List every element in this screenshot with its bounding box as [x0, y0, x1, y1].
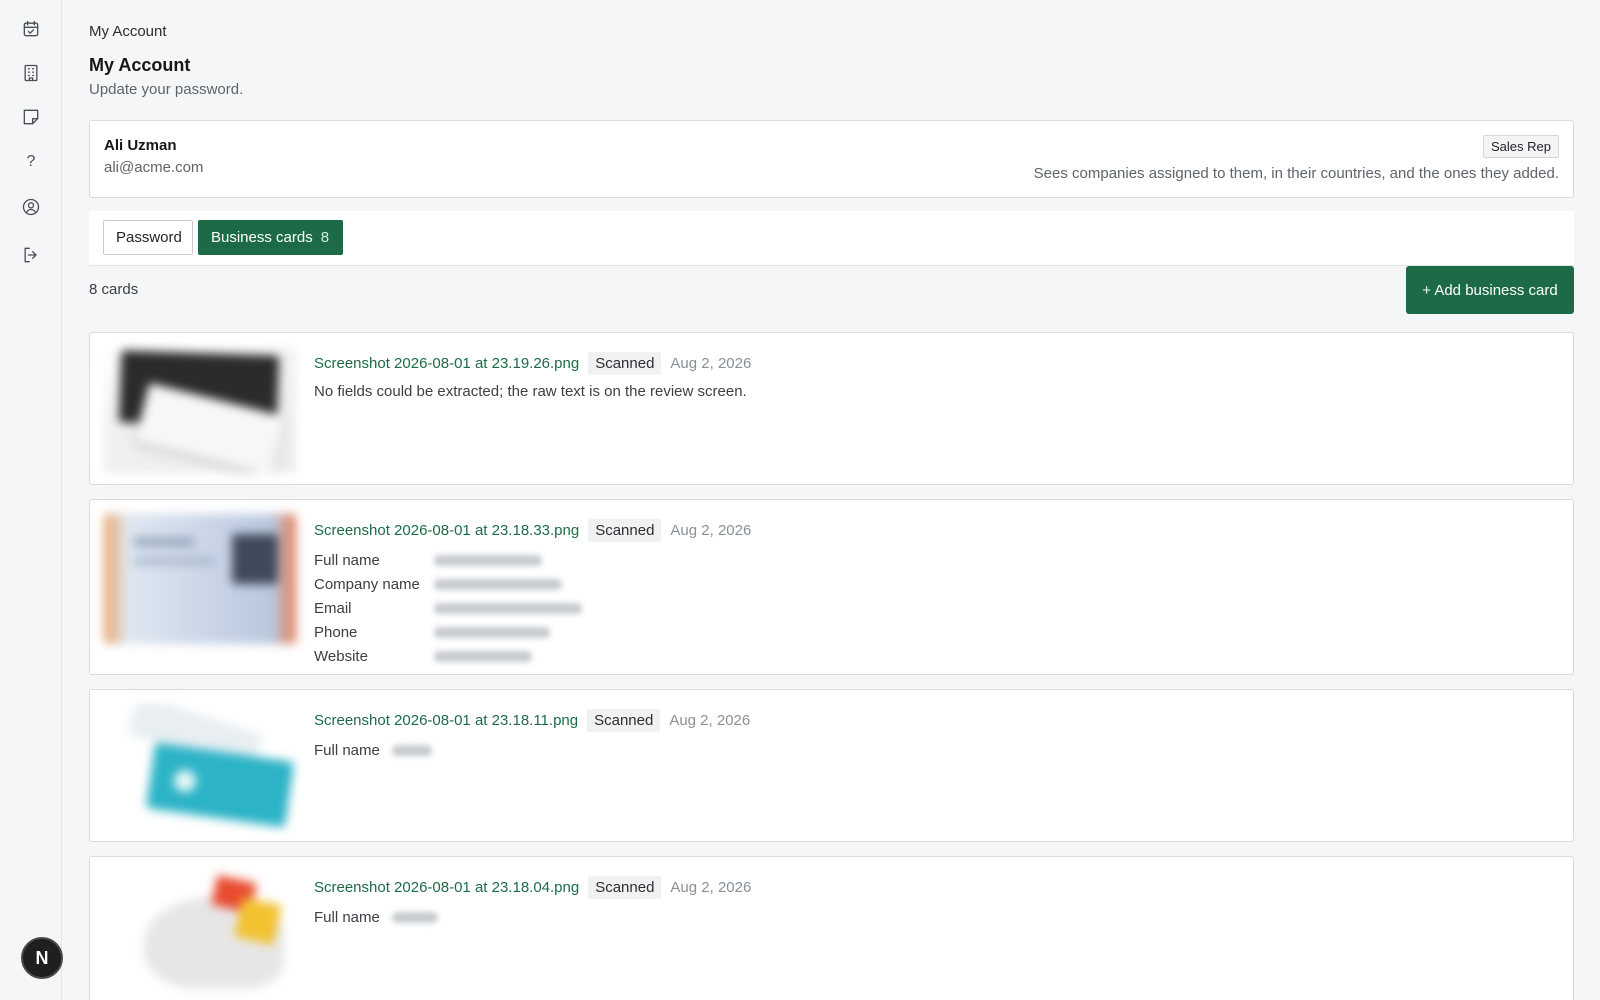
card-date: Aug 2, 2026 — [670, 521, 752, 539]
page-subtitle: Update your password. — [89, 81, 244, 98]
status-badge: Scanned — [588, 351, 662, 375]
status-badge: Scanned — [587, 708, 661, 732]
card-date: Aug 2, 2026 — [670, 354, 752, 372]
business-card-row[interactable]: Screenshot 2026-08-01 at 23.18.33.png Sc… — [89, 499, 1574, 675]
card-date: Aug 2, 2026 — [670, 878, 752, 896]
field-label: Phone — [314, 623, 358, 641]
user-name: Ali Uzman — [104, 137, 177, 154]
field-email: Email — [314, 596, 751, 620]
redacted-value — [392, 911, 438, 923]
field-full-name: Full name — [314, 548, 751, 572]
redacted-value — [392, 744, 432, 756]
card-filename-link[interactable]: Screenshot 2026-08-01 at 23.18.04.png — [314, 879, 579, 896]
help-icon[interactable]: ? — [16, 147, 46, 177]
card-thumbnail[interactable] — [104, 514, 296, 644]
field-website: Website — [314, 644, 751, 668]
sticky-note-icon[interactable] — [16, 102, 46, 132]
tab-count-badge: 8 — [320, 229, 330, 246]
tab-label: Business cards — [211, 229, 313, 246]
card-thumbnail[interactable] — [104, 704, 296, 830]
building-icon[interactable] — [16, 58, 46, 88]
tab-password[interactable]: Password — [103, 220, 193, 255]
extracted-fields: Full name — [314, 905, 751, 929]
extracted-fields: Full name Company name Email Phone Websi… — [314, 548, 751, 668]
business-card-row[interactable]: Screenshot 2026-08-01 at 23.19.26.png Sc… — [89, 332, 1574, 485]
calendar-check-icon[interactable] — [16, 14, 46, 44]
redacted-value — [434, 650, 532, 662]
card-info: Screenshot 2026-08-01 at 23.18.04.png Sc… — [314, 875, 751, 929]
extracted-fields: Full name — [314, 738, 750, 762]
field-phone: Phone — [314, 620, 751, 644]
business-card-row[interactable]: Screenshot 2026-08-01 at 23.18.11.png Sc… — [89, 689, 1574, 842]
card-date: Aug 2, 2026 — [669, 711, 751, 729]
user-circle-icon[interactable] — [16, 192, 46, 222]
redacted-value — [434, 578, 562, 590]
add-business-card-button[interactable]: + Add business card — [1406, 266, 1574, 314]
tabs-bar: Password Business cards 8 — [89, 211, 1574, 266]
page-title: My Account — [89, 55, 191, 75]
role-badge: Sales Rep — [1483, 135, 1559, 158]
sidebar-nav: ? N — [0, 0, 63, 1000]
field-full-name: Full name — [314, 738, 750, 762]
app-logo[interactable]: N — [21, 937, 63, 979]
card-filename-link[interactable]: Screenshot 2026-08-01 at 23.18.11.png — [314, 712, 578, 729]
tab-business-cards[interactable]: Business cards 8 — [198, 220, 343, 255]
status-badge: Scanned — [588, 875, 662, 899]
logo-letter: N — [35, 947, 49, 968]
logout-icon[interactable] — [16, 240, 46, 270]
business-card-row[interactable]: Screenshot 2026-08-01 at 23.18.04.png Sc… — [89, 856, 1574, 1000]
card-thumbnail[interactable] — [104, 347, 296, 473]
field-label: Full name — [314, 551, 380, 569]
tab-label: Password — [116, 229, 182, 246]
card-filename-link[interactable]: Screenshot 2026-08-01 at 23.18.33.png — [314, 522, 579, 539]
card-info: Screenshot 2026-08-01 at 23.18.11.png Sc… — [314, 708, 750, 762]
help-glyph: ? — [26, 153, 36, 170]
card-info: Screenshot 2026-08-01 at 23.18.33.png Sc… — [314, 518, 751, 668]
field-label: Email — [314, 599, 352, 617]
card-info: Screenshot 2026-08-01 at 23.19.26.png Sc… — [314, 351, 751, 400]
field-company-name: Company name — [314, 572, 751, 596]
cards-count: 8 cards — [89, 281, 139, 298]
field-label: Company name — [314, 575, 420, 593]
redacted-value — [434, 602, 582, 614]
card-filename-link[interactable]: Screenshot 2026-08-01 at 23.19.26.png — [314, 355, 579, 372]
breadcrumb[interactable]: My Account — [89, 23, 167, 40]
card-thumbnail[interactable] — [104, 871, 296, 997]
user-email: ali@acme.com — [104, 159, 204, 176]
redacted-value — [434, 626, 550, 638]
user-info-card: Ali Uzman ali@acme.com Sales Rep Sees co… — [89, 120, 1574, 198]
field-label: Website — [314, 647, 368, 665]
status-badge: Scanned — [588, 518, 662, 542]
field-full-name: Full name — [314, 905, 751, 929]
role-description: Sees companies assigned to them, in thei… — [1033, 165, 1559, 182]
card-message: No fields could be extracted; the raw te… — [314, 383, 747, 400]
redacted-value — [434, 554, 542, 566]
field-label: Full name — [314, 741, 380, 759]
field-label: Full name — [314, 908, 380, 926]
